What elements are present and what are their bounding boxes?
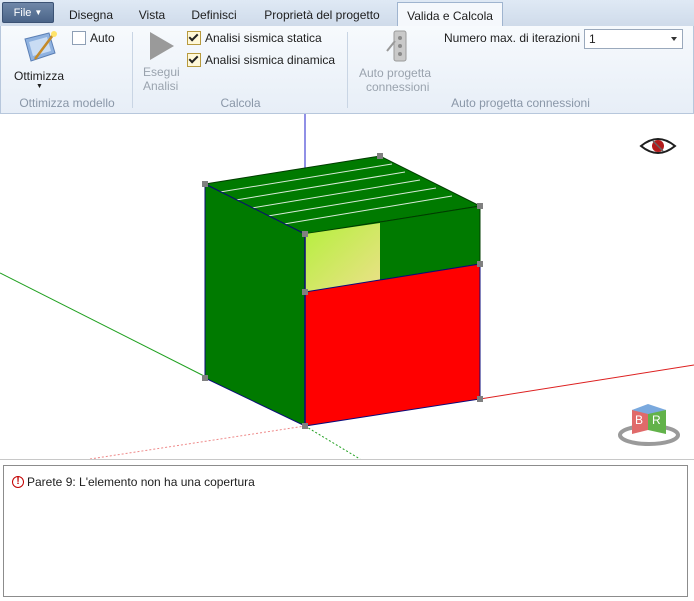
group-label-connessioni: Auto progetta connessioni [451, 96, 590, 110]
max-iterations-label: Numero max. di iterazioni [444, 31, 581, 45]
dynamic-seismic-label: Analisi sismica dinamica [205, 53, 336, 67]
chevron-down-icon: ▼ [36, 83, 43, 90]
tab-disegna[interactable]: Disegna [60, 4, 122, 26]
tab-vista[interactable]: Vista [128, 4, 176, 26]
model-canvas [0, 114, 694, 459]
tab-definisci[interactable]: Definisci [182, 4, 246, 26]
eye-hidden-icon[interactable] [639, 134, 677, 158]
view-cube-icon[interactable]: B R [618, 402, 680, 448]
auto-design-label-line1: Auto progetta [359, 66, 432, 80]
optimize-button[interactable]: Ottimizza ▼ [9, 29, 69, 91]
max-iterations-select[interactable]: 1 [584, 29, 683, 49]
dynamic-seismic-checkbox[interactable] [187, 53, 201, 67]
view-cube-label-right: R [652, 413, 661, 427]
y-axis-negative-line [304, 425, 361, 459]
static-seismic-checkbox[interactable] [187, 31, 201, 45]
x-axis-line [479, 364, 694, 400]
ribbon-panel: Ottimizza ▼ Auto Ottimizza modello Esegu… [0, 26, 694, 114]
auto-design-connections-button[interactable]: Auto progetta connessioni [355, 29, 439, 94]
auto-optimize-checkbox[interactable] [72, 31, 86, 45]
run-analysis-button[interactable]: Esegui Analisi [139, 30, 183, 93]
max-iterations-value: 1 [589, 32, 596, 46]
tab-label: Proprietà del progetto [264, 8, 380, 22]
group-label-ottimizza: Ottimizza modello [19, 96, 115, 110]
ribbon-tab-bar: File ▼ Disegna Vista Definisci Proprietà… [0, 0, 694, 28]
3d-viewport[interactable]: B R [0, 114, 694, 460]
tab-label: Disegna [68, 8, 114, 22]
x-axis-negative-line [89, 425, 306, 459]
connection-design-icon [386, 30, 407, 62]
view-cube-label-left: B [635, 413, 644, 427]
tab-valida-calcola[interactable]: Valida e Calcola [397, 2, 503, 28]
run-analysis-label-line2: Analisi [143, 79, 179, 93]
tab-label: Definisci [191, 8, 237, 22]
messages-panel[interactable]: ! Parete 9: L'elemento non ha una copert… [3, 465, 688, 597]
y-axis-line [0, 272, 211, 380]
warning-icon: ! [12, 476, 24, 488]
optimize-wand-icon [24, 31, 57, 62]
static-seismic-label: Analisi sismica statica [205, 31, 322, 45]
wall-front-selected[interactable] [304, 263, 481, 427]
view-cube-graphic [618, 404, 680, 446]
file-menu-label: File [13, 6, 32, 19]
chevron-down-icon: ▼ [34, 8, 43, 17]
run-analysis-label-line1: Esegui [143, 65, 180, 79]
group-label-calcola: Calcola [220, 96, 261, 110]
auto-design-label-line2: connessioni [366, 80, 430, 94]
chevron-down-icon [671, 37, 677, 41]
message-item[interactable]: ! Parete 9: L'elemento non ha una copert… [12, 475, 255, 489]
tab-label: Vista [138, 8, 166, 22]
optimize-button-label: Ottimizza [14, 69, 65, 83]
play-icon [150, 32, 174, 60]
message-text: Parete 9: L'elemento non ha una copertur… [27, 475, 255, 489]
tab-label: Valida e Calcola [407, 8, 493, 23]
file-menu-button[interactable]: File ▼ [2, 2, 54, 23]
tab-proprieta-progetto[interactable]: Proprietà del progetto [252, 4, 392, 26]
auto-optimize-label: Auto [90, 31, 115, 45]
